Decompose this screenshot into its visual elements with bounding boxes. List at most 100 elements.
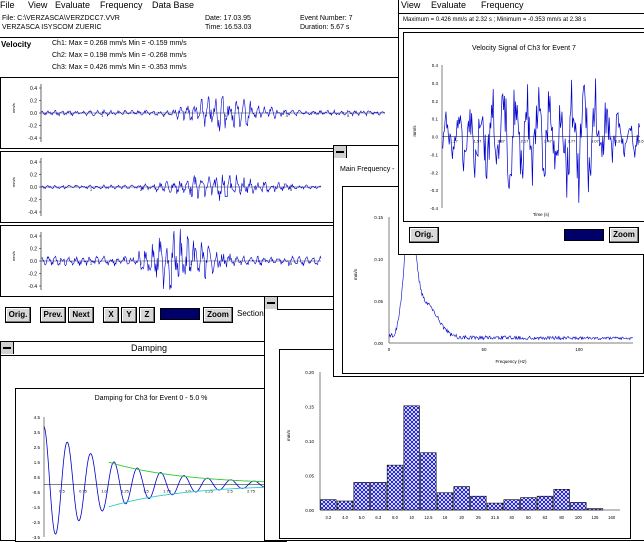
- menu-view[interactable]: View: [401, 0, 420, 10]
- next-button[interactable]: Next: [68, 307, 94, 323]
- y-tick-label: 1.5: [34, 460, 41, 465]
- signal-menu-bar: View Evaluate Frequency: [399, 0, 644, 12]
- prev-button[interactable]: Prev.: [40, 307, 66, 323]
- x-tick-label: 50: [526, 515, 531, 520]
- x-axis-button[interactable]: X: [103, 307, 119, 323]
- histogram-bar: [403, 405, 420, 511]
- y-tick-label: -0.4: [28, 136, 37, 142]
- y-tick-label: 0.4: [30, 160, 37, 166]
- x-tick-label: 160: [608, 515, 616, 520]
- channel-2-trace: 0.40.20.0-0.2-0.4mm/s1 2 3 4 5: [11, 158, 322, 216]
- system-menu-icon[interactable]: [334, 146, 347, 158]
- velocity-trace: [41, 174, 322, 201]
- channel-indicator: [160, 308, 200, 320]
- x-tick-label: 40: [509, 515, 514, 520]
- y-tick-label: 0.2: [30, 247, 37, 253]
- signal-max-min: Maximum = 0.426 mm/s at 2.32 s ; Minimum…: [403, 17, 587, 23]
- y-tick-label: 0.05: [305, 474, 314, 479]
- velocity-trace: [40, 228, 322, 290]
- histogram-bar: [503, 499, 520, 511]
- histogram-bar: [353, 482, 370, 511]
- lower-envelope: [108, 486, 282, 508]
- channel-3-trace: 0.40.20.0-0.2-0.4mm/s1 2 3 4 5: [11, 228, 322, 290]
- velocity-label: Velocity: [1, 40, 32, 49]
- menu-view[interactable]: View: [28, 0, 47, 10]
- y-axis-label: mm/s: [412, 125, 417, 137]
- y-tick-label: 0.4: [432, 63, 439, 68]
- y-tick-label: 0.4: [30, 234, 37, 240]
- damping-curve: 4.5 3.5 2.5 1.5 0.5 -0.5 -1.5 -2.5 -3.5 0.5 0.75 1.…: [32, 415, 282, 540]
- y-tick-label: 0.5: [34, 475, 41, 480]
- y-tick-label: 0.00: [374, 341, 383, 346]
- y-tick-label: -3.5: [32, 535, 40, 540]
- histogram-bar: [453, 486, 470, 511]
- x-tick-label: 1.25: [121, 489, 130, 494]
- damping-title-bar[interactable]: Damping: [1, 342, 297, 356]
- x-axis-label: Frequency (Hz): [495, 359, 527, 364]
- menu-evaluate[interactable]: Evaluate: [431, 0, 466, 10]
- menu-evaluate[interactable]: Evaluate: [55, 0, 90, 10]
- x-tick-label: 2.75: [247, 489, 256, 494]
- y-tick-label: 0.00: [305, 508, 314, 513]
- histogram-bar: [320, 499, 337, 511]
- x-tick-label: 100: [575, 515, 583, 520]
- y-tick-label: -0.2: [430, 170, 438, 175]
- menu-frequency[interactable]: Frequency: [100, 0, 143, 10]
- orig-button[interactable]: Orig.: [409, 227, 439, 243]
- x-tick-label: 31.5: [491, 515, 500, 520]
- orig-button[interactable]: Orig.: [5, 307, 31, 323]
- signal-plot-frame: Velocity Signal of Ch3 for Event 7 0.4 0.…: [403, 32, 644, 222]
- z-axis-button[interactable]: Z: [139, 307, 155, 323]
- x-tick-label: 1.87: [497, 139, 506, 144]
- y-tick-label: -0.2: [28, 124, 37, 130]
- x-tick-label: 5.0: [359, 515, 365, 520]
- x-tick-label: 4.0: [342, 515, 348, 520]
- y-tick-label: 0.15: [374, 215, 383, 220]
- ch3-stats: Ch3: Max = 0.426 mm/s Min = -0.353 mm/s: [52, 64, 187, 71]
- y-tick-label: 2.5: [34, 445, 41, 450]
- x-tick-label: 3.07: [591, 139, 600, 144]
- y-tick-label: 0.20: [305, 370, 314, 375]
- velocity-trace: [40, 95, 385, 132]
- menu-file[interactable]: File: [0, 0, 15, 10]
- x-tick-label: 8.0: [392, 515, 398, 520]
- y-axis-button[interactable]: Y: [121, 307, 137, 323]
- x-tick-label: 2.17: [521, 139, 530, 144]
- y-tick-label: -0.5: [32, 490, 40, 495]
- station-name: VERZASCA ISYSCOM ZUERIC: [2, 24, 102, 31]
- event-time: Time: 16.53.03: [205, 24, 252, 31]
- y-tick-label: 4.5: [34, 415, 41, 420]
- x-tick-label: 25: [476, 515, 481, 520]
- y-tick-label: -0.2: [28, 198, 37, 204]
- y-tick-label: 0.0: [30, 185, 37, 191]
- ch2-stats: Ch2: Max = 0.198 mm/s Min = -0.268 mm/s: [52, 52, 187, 59]
- y-tick-label: 0.05: [374, 299, 383, 304]
- y-tick-label: -0.2: [28, 272, 37, 278]
- menu-frequency[interactable]: Frequency: [481, 0, 524, 10]
- y-axis-label: mm/s: [286, 429, 291, 441]
- y-tick-label: 0.4: [30, 86, 37, 92]
- x-tick-label: 2.47: [544, 139, 553, 144]
- event-duration: Duration: 5.67 s: [300, 24, 350, 31]
- histogram-bar: [486, 502, 504, 511]
- zoom-button[interactable]: Zoom: [609, 227, 639, 243]
- x-tick-label: 1.57: [474, 139, 483, 144]
- histogram-bar: [570, 502, 587, 511]
- signal-info-bar: Maximum = 0.426 mm/s at 2.32 s ; Minimum…: [399, 13, 644, 29]
- x-tick-label: 0.75: [79, 489, 88, 494]
- x-axis-label: Time (s): [533, 212, 550, 217]
- menu-database[interactable]: Data Base: [152, 0, 194, 10]
- histogram-bar: [553, 489, 570, 511]
- y-tick-label: 0.2: [30, 173, 37, 179]
- system-menu-icon[interactable]: [1, 342, 14, 354]
- event-number: Event Number: 7: [300, 15, 353, 22]
- zoom-button[interactable]: Zoom: [203, 307, 233, 323]
- x-tick-label: 50: [481, 347, 487, 352]
- x-tick-label: 10: [409, 515, 414, 520]
- damped-oscillation: [43, 426, 282, 535]
- event-date: Date: 17.03.95: [205, 15, 251, 22]
- channel-3-plot: 0.4 0.2 0.0 -0.2 -0.4 mm/s 1 2 3 4 5: [0, 225, 336, 297]
- y-tick-label: 3.5: [34, 430, 41, 435]
- damping-plot-frame: Damping for Ch3 for Event 0 - 5.0 % 4.5 3…: [15, 388, 287, 542]
- ch1-stats: Ch1: Max = 0.268 mm/s Min = -0.159 mm/s: [52, 40, 187, 47]
